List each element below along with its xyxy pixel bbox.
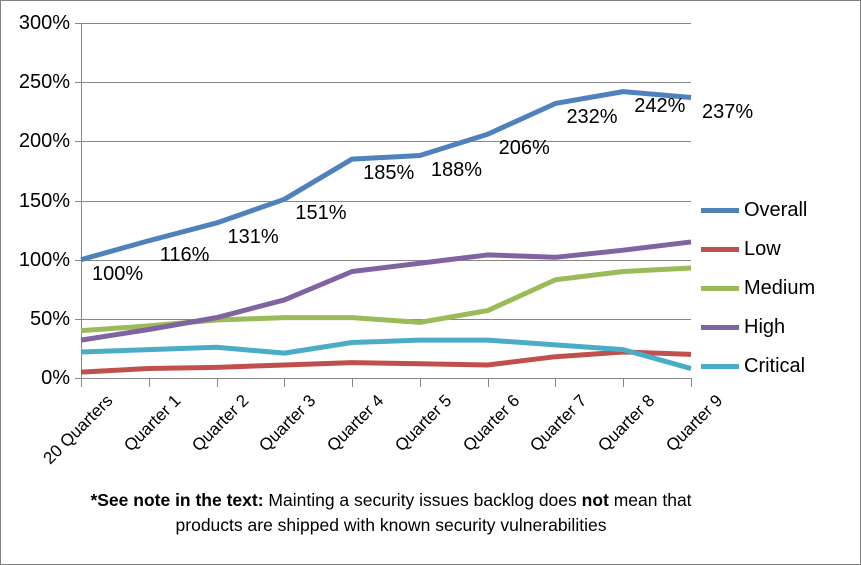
x-axis-tick <box>623 379 625 387</box>
legend-label: Medium <box>744 277 816 299</box>
footnote-lead: *See note in the text: <box>90 490 264 510</box>
legend-label: Critical <box>744 355 806 377</box>
x-axis-tick <box>555 379 557 387</box>
legend-swatch-icon <box>701 325 739 330</box>
legend-label: High <box>744 316 786 338</box>
data-label: 232% <box>566 106 618 129</box>
chart-legend: Overall Low Medium High Critical <box>701 191 851 386</box>
y-axis-label: 100% <box>18 248 70 271</box>
footnote-middle: Mainting a security issues backlog does <box>263 490 582 510</box>
x-axis-tick <box>419 379 421 387</box>
x-axis-tick <box>284 379 286 387</box>
y-axis-label: 0% <box>41 367 70 389</box>
legend-item-high: High <box>701 308 851 347</box>
x-axis-tick <box>487 379 489 387</box>
legend-item-low: Low <box>701 230 851 269</box>
x-axis-tick <box>148 379 150 387</box>
legend-label: Low <box>744 238 781 260</box>
legend-swatch-icon <box>701 286 739 291</box>
x-axis-tick <box>691 379 692 387</box>
series-line-low <box>80 349 692 375</box>
data-label: 188% <box>430 158 483 181</box>
legend-swatch-icon <box>701 364 739 369</box>
y-axis-label: 300% <box>18 12 70 34</box>
data-label: 185% <box>363 162 415 185</box>
legend-label: Overall <box>744 199 808 221</box>
y-axis-label: 250% <box>18 71 70 94</box>
data-label: 116% <box>159 243 210 266</box>
series-lines <box>80 89 692 375</box>
y-axis-label: 200% <box>18 130 70 153</box>
data-label: 151% <box>295 202 347 225</box>
x-axis-tick <box>81 379 82 387</box>
legend-item-medium: Medium <box>701 269 851 308</box>
gridline <box>81 378 691 379</box>
data-label: 100% <box>92 262 144 285</box>
data-label: 206% <box>498 137 550 160</box>
series-line-medium <box>80 265 692 334</box>
x-axis-tick <box>216 379 218 387</box>
data-label: 242% <box>634 94 686 117</box>
chart-page: 0% 50% 100% 150% 200% 250% 300% 20 Quarters Qua… <box>0 0 861 565</box>
data-label: 237% <box>702 100 754 123</box>
x-axis-tick <box>352 379 354 387</box>
legend-swatch-icon <box>701 208 739 213</box>
legend-item-critical: Critical <box>701 347 851 386</box>
data-label: 131% <box>227 225 279 248</box>
legend-swatch-icon <box>701 247 739 252</box>
legend-item-overall: Overall <box>701 191 851 230</box>
y-axis-label: 50% <box>29 307 70 330</box>
plot-area <box>80 23 692 379</box>
footnote: *See note in the text: Mainting a securi… <box>61 488 721 539</box>
y-axis-label: 150% <box>18 189 70 212</box>
footnote-emphasis: not <box>581 490 609 510</box>
